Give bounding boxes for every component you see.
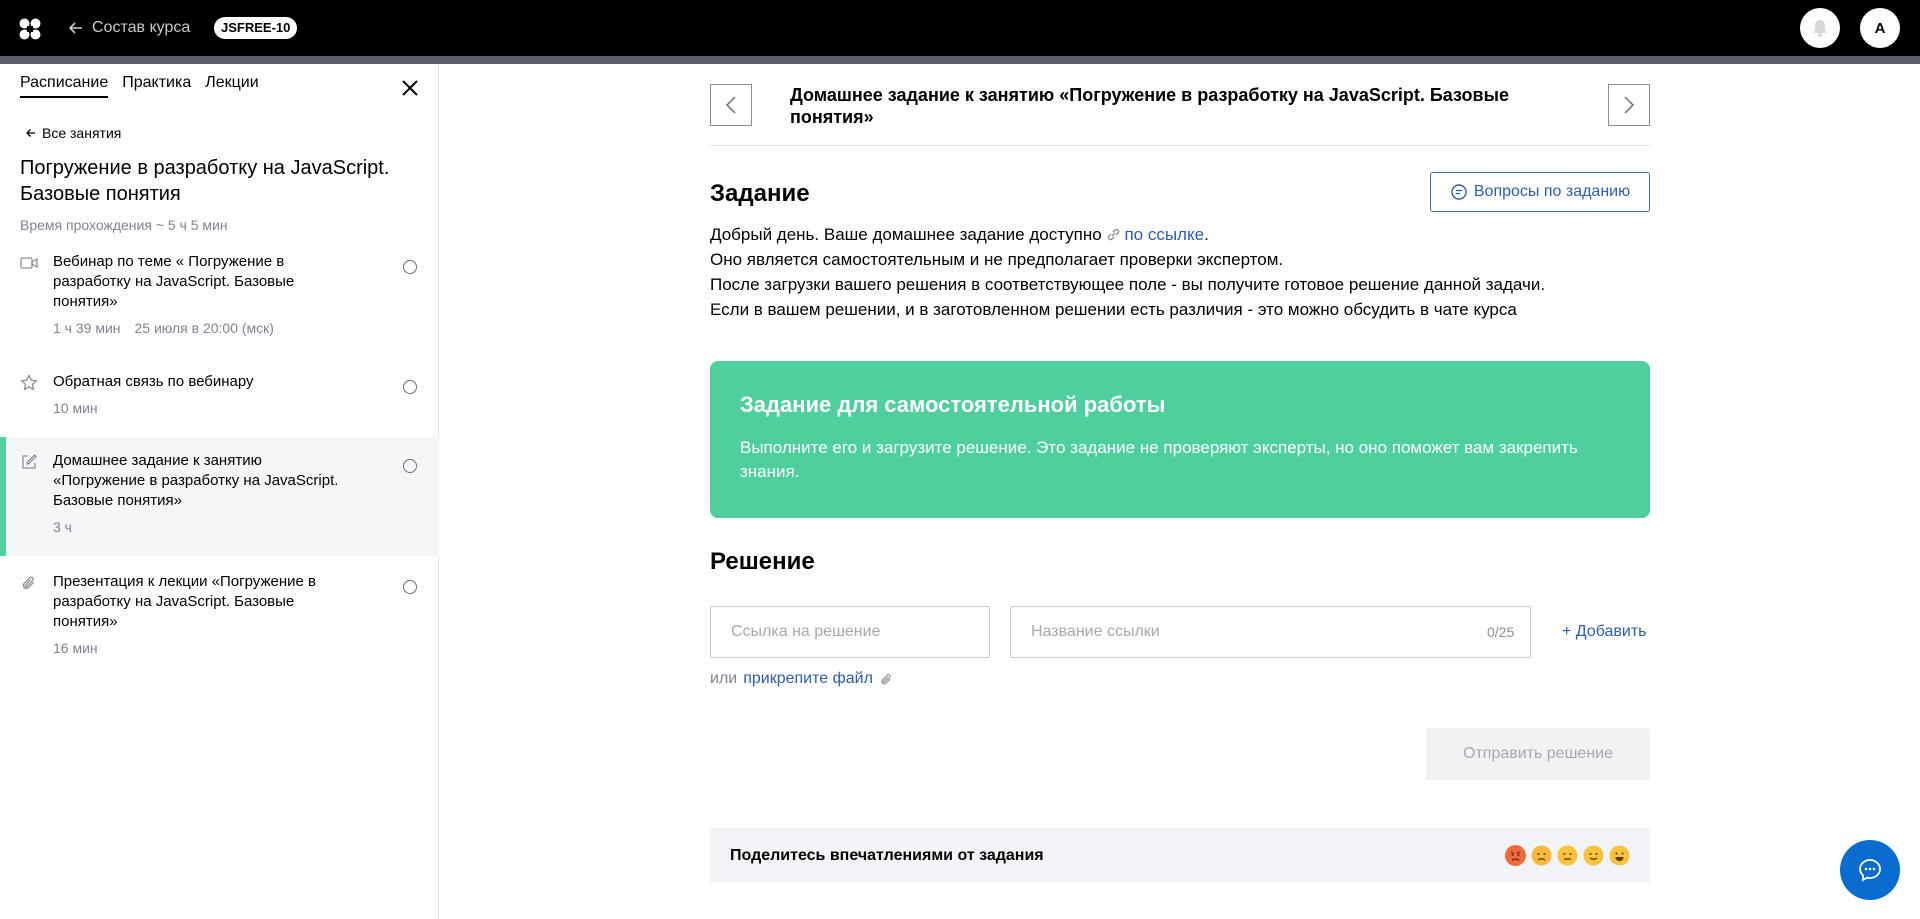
attach-file-row: или прикрепите файл — [710, 670, 894, 688]
link-name-input[interactable] — [1010, 606, 1531, 658]
task-questions-button[interactable]: Вопросы по заданию — [1430, 172, 1650, 212]
task-link-label: по ссылке — [1124, 225, 1205, 244]
completion-radio — [403, 260, 417, 274]
completion-radio — [403, 580, 417, 594]
task-line-4: Если в вашем решении, и в заготовленном … — [710, 300, 1517, 319]
task-line-2: Оно является самостоятельным и не предпо… — [710, 250, 1284, 269]
feedback-prompt: Поделитесь впечатлениями от задания — [730, 846, 1044, 864]
tab-lectures[interactable]: Лекции — [205, 74, 258, 98]
lesson-duration: Время прохождения ~ 5 ч 5 мин — [20, 217, 228, 233]
solution-link-input[interactable] — [710, 606, 990, 658]
sidebar-item-duration: 10 мин — [53, 400, 98, 416]
notifications-button[interactable] — [1800, 8, 1840, 48]
tab-schedule[interactable]: Расписание — [20, 74, 109, 98]
sidebar-item-meta: 1 ч 39 мин 25 июля в 20:00 (мск) — [53, 320, 274, 336]
sidebar: Расписание Практика Лекции Все занятия П… — [0, 64, 439, 919]
task-description: Добрый день. Ваше домашнее задание досту… — [710, 222, 1670, 322]
big-smile-icon[interactable] — [1609, 845, 1630, 866]
sidebar-item-webinar[interactable]: Вебинар по теме « Погружение в разработк… — [0, 252, 439, 352]
user-avatar[interactable]: А — [1860, 8, 1900, 48]
all-lessons-label: Все занятия — [42, 125, 122, 141]
sidebar-item-duration: 16 мин — [53, 640, 98, 656]
arrow-left-icon — [26, 129, 35, 137]
feedback-bar: Поделитесь впечатлениями от задания — [710, 828, 1650, 883]
attach-file-link[interactable]: прикрепите файл — [743, 670, 873, 688]
task-line-1: Добрый день. Ваше домашнее задание досту… — [710, 222, 1670, 247]
sidebar-tabs: Расписание Практика Лекции — [20, 74, 273, 98]
sidebar-item-title: Вебинар по теме « Погружение в разработк… — [53, 253, 295, 310]
angry-face-icon[interactable] — [1505, 845, 1526, 866]
header-divider — [710, 145, 1650, 146]
task-link[interactable]: по ссылке — [1106, 225, 1204, 244]
course-code-badge: JSFREE-10 — [214, 17, 298, 39]
support-chat-button[interactable] — [1840, 840, 1900, 900]
add-link-button[interactable]: + Добавить — [1562, 623, 1647, 641]
top-bar: Состав курса JSFREE-10 А — [0, 0, 1920, 56]
bell-icon — [1813, 20, 1827, 37]
solution-heading: Решение — [710, 548, 815, 575]
link-name-counter: 0/25 — [1487, 624, 1515, 640]
self-study-card-text: Выполните его и загрузите решение. Это з… — [740, 438, 1578, 481]
previous-task-button[interactable] — [710, 84, 752, 126]
task-line-1-suffix: . — [1204, 225, 1209, 244]
sidebar-item-homework[interactable]: Домашнее задание к занятию «Погружение в… — [0, 437, 439, 556]
sidebar-item-date: 25 июля в 20:00 (мск) — [134, 320, 274, 336]
slight-smile-icon[interactable] — [1583, 845, 1604, 866]
star-icon — [20, 374, 38, 391]
tab-practice[interactable]: Практика — [122, 74, 191, 98]
task-questions-label: Вопросы по заданию — [1473, 183, 1631, 200]
task-heading: Задание — [710, 180, 810, 207]
self-study-card: Задание для самостоятельной работы Выпол… — [710, 361, 1650, 518]
sidebar-item-title: Презентация к лекции «Погружение в разра… — [53, 573, 316, 630]
sidebar-item-presentation[interactable]: Презентация к лекции «Погружение в разра… — [0, 572, 439, 672]
sidebar-item-feedback[interactable]: Обратная связь по вебинару 10 мин — [0, 372, 439, 432]
attach-prefix: или — [710, 670, 738, 687]
attach-file-label: прикрепите файл — [743, 670, 873, 687]
task-line-1-text: Добрый день. Ваше домашнее задание досту… — [710, 225, 1107, 244]
submit-solution-button[interactable]: Отправить решение — [1426, 728, 1650, 780]
sad-face-icon[interactable] — [1531, 845, 1552, 866]
sidebar-item-title: Домашнее задание к занятию «Погружение в… — [53, 452, 339, 509]
neutral-face-icon[interactable] — [1557, 845, 1578, 866]
chevron-right-icon — [1624, 96, 1635, 114]
top-bar-stripe — [0, 56, 1920, 64]
link-icon — [1108, 228, 1120, 241]
sidebar-item-title: Обратная связь по вебинару — [53, 373, 254, 390]
sidebar-item-duration: 1 ч 39 мин — [53, 320, 121, 336]
chevron-left-icon — [725, 96, 736, 114]
chat-bubble-icon — [1451, 184, 1467, 200]
homework-title: Домашнее задание к занятию «Погружение в… — [790, 85, 1509, 127]
back-link-label: Состав курса — [92, 19, 191, 36]
paperclip-icon — [881, 673, 891, 685]
next-task-button[interactable] — [1608, 84, 1650, 126]
close-sidebar-icon[interactable] — [400, 78, 420, 98]
arrow-left-icon — [68, 22, 82, 34]
video-icon — [20, 257, 38, 269]
sidebar-item-duration: 3 ч — [53, 519, 72, 535]
lesson-title: Погружение в разработку на JavaScript. Б… — [20, 157, 390, 205]
task-line-3: После загрузки вашего решения в соответс… — [710, 275, 1546, 294]
completion-radio — [403, 459, 417, 473]
app-logo-icon[interactable] — [19, 18, 41, 40]
back-to-course-link[interactable]: Состав курса — [68, 16, 190, 40]
edit-icon — [22, 454, 37, 469]
self-study-card-title: Задание для самостоятельной работы — [740, 392, 1166, 417]
all-lessons-link[interactable]: Все занятия — [26, 125, 121, 141]
completion-radio — [403, 380, 417, 394]
chat-icon — [1859, 859, 1881, 882]
paperclip-icon — [22, 576, 34, 590]
